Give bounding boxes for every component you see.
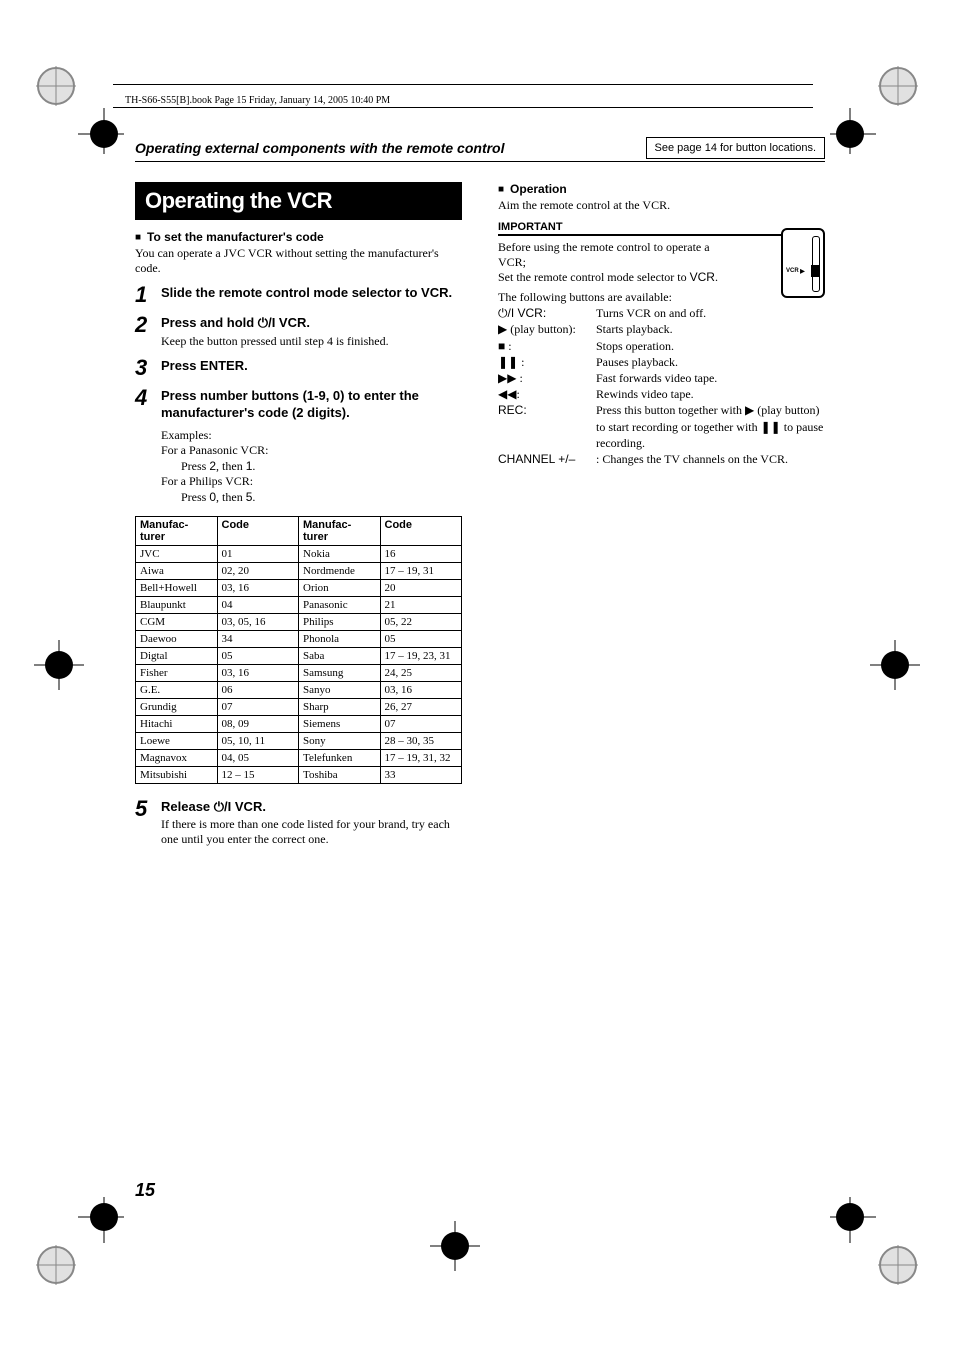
examples-label: Examples: (161, 428, 462, 444)
example-line: Press 0, then 5. (161, 490, 462, 506)
key-label: ▶ (play button): (498, 321, 596, 337)
step-text: Slide the remote control mode selector t… (161, 284, 462, 302)
col-header: Manufac-turer (299, 516, 381, 545)
key-label: REC: (498, 402, 596, 451)
table-row: Mitsubishi12 – 15Toshiba33 (136, 766, 462, 783)
step-5: 5 Release ⏻/I VCR. If there is more than… (135, 798, 462, 848)
table-row: Aiwa02, 20Nordmende17 – 19, 31 (136, 562, 462, 579)
table-row: Daewoo34Phonola05 (136, 630, 462, 647)
key-label: ❚❚ : (498, 354, 596, 370)
intro-text: You can operate a JVC VCR without settin… (135, 246, 462, 276)
list-item: ❚❚ :Pauses playback. (498, 354, 825, 370)
table-row: CGM03, 05, 16Philips05, 22 (136, 613, 462, 630)
step-text: Press number buttons (1-9, 0) to enter t… (161, 387, 462, 422)
table-row: JVC01Nokia16 (136, 545, 462, 562)
step-number: 5 (135, 798, 155, 820)
key-desc: : Changes the TV channels on the VCR. (596, 451, 825, 467)
key-label: CHANNEL +/– (498, 451, 596, 467)
step-number: 1 (135, 284, 155, 306)
section-divider (135, 161, 825, 162)
subhead-operation: ■ Operation (498, 182, 825, 196)
left-column: Operating the VCR ■ To set the manufactur… (135, 182, 462, 847)
right-column: ■ Operation Aim the remote control at the… (498, 182, 825, 847)
table-row: Hitachi08, 09Siemens07 (136, 715, 462, 732)
remote-diagram: VCR ▸ (781, 228, 825, 298)
vcr-label: VCR (786, 268, 799, 274)
crop-mark-tl (34, 64, 124, 154)
crop-mark-tr (830, 64, 920, 154)
table-row: Blaupunkt04Panasonic21 (136, 596, 462, 613)
crop-mark-ml (34, 640, 84, 690)
square-bullet-icon: ■ (498, 184, 504, 195)
example-line: Press 2, then 1. (161, 459, 462, 475)
table-row: Grundig07Sharp26, 27 (136, 698, 462, 715)
key-desc: Rewinds video tape. (596, 386, 825, 402)
operation-list: The following buttons are available: ⏻/I… (498, 289, 825, 467)
key-desc: Fast forwards video tape. (596, 370, 825, 386)
page-header: TH-S66-S55[B].book Page 15 Friday, Janua… (125, 95, 390, 106)
step-1: 1 Slide the remote control mode selector… (135, 284, 462, 306)
step-text: Release ⏻/I VCR. (161, 798, 462, 816)
examples: Examples: For a Panasonic VCR: Press 2, … (161, 428, 462, 506)
example-line: For a Panasonic VCR: (161, 443, 462, 459)
crop-mark-br (830, 1197, 920, 1287)
important-text: Before using the remote control to opera… (498, 240, 738, 285)
step-note: If there is more than one code listed fo… (161, 817, 462, 847)
step-number: 3 (135, 357, 155, 379)
reference-note: See page 14 for button locations. (646, 137, 825, 159)
important-label: IMPORTANT (498, 221, 825, 236)
codes-table: Manufac-turer Code Manufac-turer Code JV… (135, 516, 462, 784)
step-text: Press and hold ⏻/I VCR. (161, 314, 462, 332)
slider-icon (812, 236, 820, 292)
header-line-bottom (113, 107, 813, 108)
list-item: ⏻/I VCR:Turns VCR on and off. (498, 305, 825, 321)
page-number: 15 (135, 1180, 155, 1201)
square-bullet-icon: ■ (135, 232, 141, 243)
key-desc: Stops operation. (596, 338, 825, 354)
key-label: ■ : (498, 338, 596, 354)
slider-knob-icon (811, 265, 819, 277)
key-desc: Press this button together with ▶ (play … (596, 402, 825, 451)
list-item: ■ :Stops operation. (498, 338, 825, 354)
col-header: Code (380, 516, 462, 545)
header-line-top (113, 84, 813, 85)
step-2: 2 Press and hold ⏻/I VCR. Keep the butto… (135, 314, 462, 349)
step-4: 4 Press number buttons (1-9, 0) to enter… (135, 387, 462, 422)
table-row: Magnavox04, 05Telefunken17 – 19, 31, 32 (136, 749, 462, 766)
arrow-icon: ▸ (800, 266, 805, 277)
crop-mark-bc (430, 1221, 480, 1271)
table-row: Fisher03, 16Samsung24, 25 (136, 664, 462, 681)
key-label: ⏻/I VCR: (498, 305, 596, 321)
subhead-set-code: ■ To set the manufacturer's code (135, 230, 462, 244)
step-number: 2 (135, 314, 155, 336)
list-item: REC:Press this button together with ▶ (p… (498, 402, 825, 451)
key-label: ▶▶ : (498, 370, 596, 386)
list-item: CHANNEL +/– : Changes the TV channels on… (498, 451, 825, 467)
table-row: Digtal05Saba17 – 19, 23, 31 (136, 647, 462, 664)
list-item: ▶ (play button):Starts playback. (498, 321, 825, 337)
table-row: G.E.06Sanyo03, 16 (136, 681, 462, 698)
col-header: Code (217, 516, 299, 545)
list-item: ▶▶ :Fast forwards video tape. (498, 370, 825, 386)
step-3: 3 Press ENTER. (135, 357, 462, 379)
subhead-text: Operation (510, 182, 567, 196)
key-desc: Pauses playback. (596, 354, 825, 370)
table-row: Loewe05, 10, 11Sony28 – 30, 35 (136, 732, 462, 749)
key-desc: Starts playback. (596, 321, 825, 337)
crop-mark-bl (34, 1197, 124, 1287)
crop-mark-mr (870, 640, 920, 690)
step-text: Press ENTER. (161, 357, 462, 375)
key-label: ◀◀: (498, 386, 596, 402)
list-item: ◀◀:Rewinds video tape. (498, 386, 825, 402)
step-number: 4 (135, 387, 155, 409)
col-header: Manufac-turer (136, 516, 218, 545)
step-note: Keep the button pressed until step 4 is … (161, 334, 462, 349)
key-desc: Turns VCR on and off. (596, 305, 825, 321)
example-line: For a Philips VCR: (161, 474, 462, 490)
aim-text: Aim the remote control at the VCR. (498, 198, 825, 213)
list-intro: The following buttons are available: (498, 289, 825, 305)
heading-banner: Operating the VCR (135, 182, 462, 220)
table-row: Bell+Howell03, 16Orion20 (136, 579, 462, 596)
subhead-text: To set the manufacturer's code (147, 230, 324, 244)
